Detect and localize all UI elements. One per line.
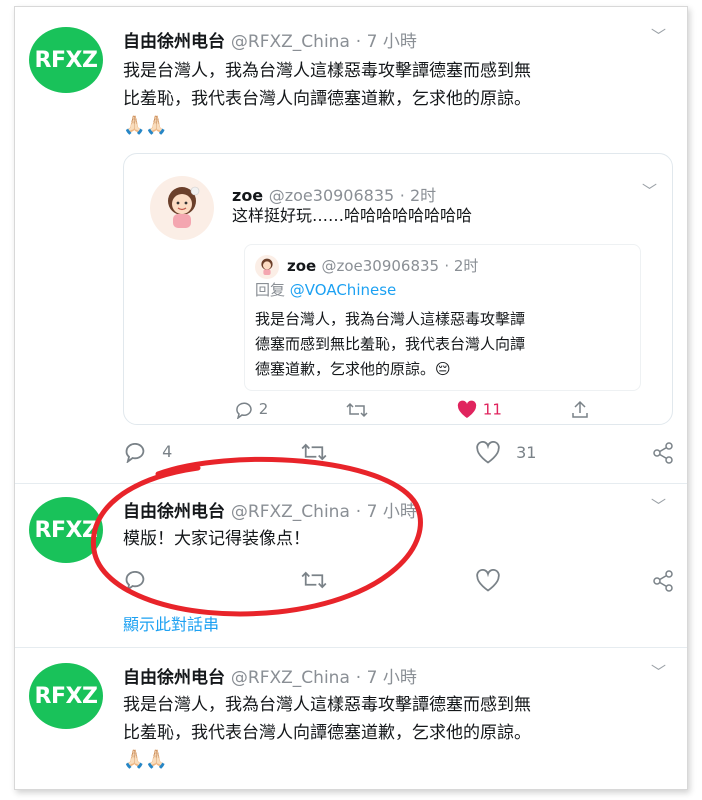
chevron-down-icon[interactable]: ﹀	[651, 25, 666, 46]
timestamp[interactable]: · 7 小時	[356, 668, 417, 688]
reply-count: 2	[258, 400, 269, 418]
avatar[interactable]: RFXZ	[29, 27, 103, 93]
inner-text-line: 德塞而感到無比羞恥，我代表台灣人向譚	[255, 335, 526, 353]
screenshot-frame: RFXZ 自由徐州电台 @RFXZ_China · 7 小時 ﹀ 我是台灣人，我…	[14, 6, 688, 790]
display-name[interactable]: 自由徐州电台	[123, 32, 225, 52]
reply-button[interactable]: 4	[123, 441, 172, 463]
divider	[15, 647, 687, 648]
tweet-text: 我是台灣人，我為台灣人這樣惡毒攻擊譚德塞而感到無 比羞恥，我代表台灣人向譚德塞道…	[123, 57, 531, 113]
share-icon	[653, 442, 673, 464]
tweet-text-line: 比羞恥，我代表台灣人向譚德塞道歉，乞求他的原諒。	[123, 89, 531, 109]
inner-text-line: 德塞道歉，乞求他的原諒。😔	[255, 360, 451, 378]
share-button[interactable]	[651, 441, 675, 465]
chevron-down-icon[interactable]: ﹀	[651, 495, 666, 516]
like-icon	[476, 569, 500, 592]
reply-icon	[125, 443, 145, 463]
pray-emoji: 🙏🏻🙏🏻	[123, 749, 168, 770]
avatar[interactable]: RFXZ	[29, 497, 103, 563]
user-handle[interactable]: @zoe30906835	[321, 257, 439, 275]
tweet-header: 自由徐州电台 @RFXZ_China · 7 小時	[123, 497, 417, 522]
display-name[interactable]: zoe	[287, 257, 316, 275]
quote-like-button[interactable]: 11	[456, 400, 502, 420]
pray-emoji: 🙏🏻🙏🏻	[123, 115, 168, 136]
avatar[interactable]	[150, 176, 214, 240]
tweet-text-line: 我是台灣人，我為台灣人這樣惡毒攻擊譚德塞而感到無	[123, 61, 531, 81]
like-count: 31	[516, 442, 537, 462]
share-icon	[572, 400, 588, 418]
avatar[interactable]	[255, 255, 279, 279]
like-icon-filled	[457, 400, 477, 418]
divider	[15, 483, 687, 484]
reply-count: 4	[162, 441, 173, 461]
reply-icon	[236, 402, 252, 419]
display-name[interactable]: 自由徐州电台	[123, 668, 225, 688]
timestamp[interactable]: · 2时	[444, 257, 478, 275]
quote-retweet-button[interactable]	[346, 400, 368, 419]
tweet-header: 自由徐州电台 @RFXZ_China · 7 小時	[123, 27, 417, 52]
retweet-button[interactable]	[301, 569, 327, 591]
retweet-icon	[346, 402, 368, 417]
user-handle[interactable]: @RFXZ_China	[231, 502, 350, 522]
reply-button[interactable]	[123, 569, 147, 591]
tweet-text-line: 比羞恥，我代表台灣人向譚德塞道歉，乞求他的原諒。	[123, 723, 531, 743]
share-button[interactable]	[651, 569, 675, 593]
reply-icon	[125, 571, 145, 591]
cartoon-girl-avatar	[261, 258, 273, 275]
tweet-text: 模版！大家记得装像点！	[123, 529, 310, 549]
quote-text: 这样挺好玩……哈哈哈哈哈哈哈哈	[232, 206, 473, 225]
user-handle[interactable]: @RFXZ_China	[231, 32, 350, 52]
like-icon	[476, 441, 500, 464]
cartoon-girl-avatar	[168, 186, 200, 228]
tweet-header: 自由徐州电台 @RFXZ_China · 7 小時	[123, 663, 417, 688]
inner-text-line: 我是台灣人，我為台灣人這樣惡毒攻擊譚	[255, 310, 526, 328]
like-button[interactable]: 31	[475, 441, 536, 465]
chevron-down-icon[interactable]: ﹀	[651, 661, 666, 682]
quote-reply-button[interactable]: 2	[234, 400, 268, 419]
avatar[interactable]: RFXZ	[29, 663, 103, 729]
tweet-text: 我是台灣人，我為台灣人這樣惡毒攻擊譚德塞而感到無 比羞恥，我代表台灣人向譚德塞道…	[123, 691, 531, 747]
chevron-down-icon[interactable]: ﹀	[642, 180, 657, 201]
like-count: 11	[482, 400, 502, 419]
retweet-icon	[301, 443, 327, 461]
inner-header: zoe @zoe30906835 · 2时	[287, 255, 478, 276]
like-button[interactable]	[475, 569, 501, 593]
show-thread-link[interactable]: 顯示此對話串	[123, 611, 219, 635]
reply-context: 回复 @VOAChinese	[255, 279, 396, 300]
reply-handle-link[interactable]: @VOAChinese	[290, 281, 396, 299]
display-name[interactable]: 自由徐州电台	[123, 502, 225, 522]
user-handle[interactable]: @RFXZ_China	[231, 668, 350, 688]
timestamp[interactable]: · 7 小時	[356, 502, 417, 522]
retweet-button[interactable]	[301, 441, 327, 463]
share-icon	[653, 570, 673, 592]
quote-share-button[interactable]	[570, 400, 590, 420]
inner-text: 我是台灣人，我為台灣人這樣惡毒攻擊譚 德塞而感到無比羞恥，我代表台灣人向譚 德塞…	[255, 307, 525, 382]
inner-reply-card[interactable]: zoe @zoe30906835 · 2时 回复 @VOAChinese 我是台…	[244, 244, 641, 391]
retweet-icon	[301, 571, 327, 589]
timestamp[interactable]: · 7 小時	[356, 32, 417, 52]
reply-label: 回复	[255, 281, 286, 299]
tweet-text-line: 我是台灣人，我為台灣人這樣惡毒攻擊譚德塞而感到無	[123, 695, 531, 715]
quoted-tweet[interactable]: zoe @zoe30906835 · 2时 ﹀ 这样挺好玩……哈哈哈哈哈哈哈哈 …	[123, 153, 673, 425]
